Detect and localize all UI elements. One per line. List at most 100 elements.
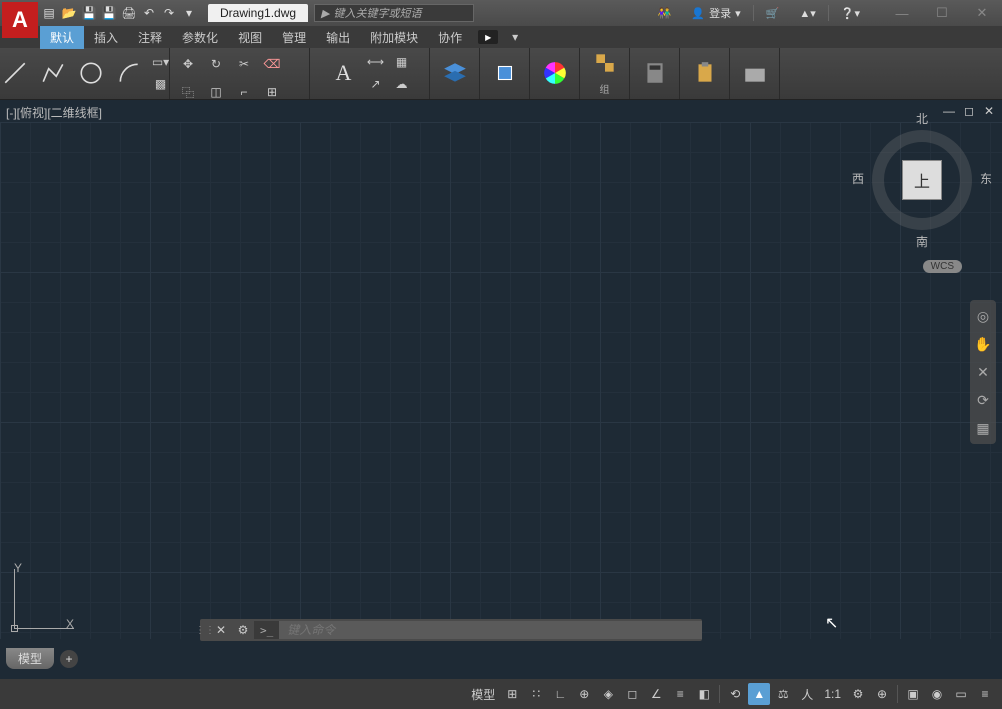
vp-maximize-icon[interactable]: ◻: [962, 104, 976, 118]
fillet-icon[interactable]: ⌐: [234, 82, 254, 102]
grid-canvas[interactable]: [0, 122, 1002, 639]
scale-button[interactable]: 1:1: [820, 683, 845, 705]
viewcube-north[interactable]: 北: [916, 110, 928, 127]
document-tab[interactable]: Drawing1.dwg: [208, 4, 308, 22]
text-button[interactable]: A: [328, 50, 360, 96]
customize-icon[interactable]: ≡: [974, 683, 996, 705]
infocenter-icon[interactable]: 👫: [650, 5, 680, 22]
rectangle-icon[interactable]: ▭▾: [151, 52, 171, 72]
viewcube[interactable]: 上 北 南 西 东: [872, 130, 972, 230]
signin-button[interactable]: 👤 登录 ▾: [683, 3, 748, 23]
viewcube-top-face[interactable]: 上: [902, 160, 942, 200]
zoom-extents-icon[interactable]: ✕: [973, 362, 993, 382]
cmd-drag-handle[interactable]: ⋮⋮: [200, 625, 210, 636]
copy-icon[interactable]: ⿻: [178, 82, 198, 102]
grid-toggle-icon[interactable]: ⊞: [501, 683, 523, 705]
utilities-button[interactable]: [639, 50, 671, 96]
circle-button[interactable]: [75, 50, 107, 96]
selection-cycling-icon[interactable]: ⟲: [724, 683, 746, 705]
command-input[interactable]: [279, 621, 702, 639]
line-button[interactable]: [0, 50, 31, 96]
model-tab[interactable]: 模型: [6, 648, 54, 669]
tab-parametric[interactable]: 参数化: [172, 26, 228, 49]
saveas-icon[interactable]: 💾: [100, 4, 118, 22]
maximize-button[interactable]: ☐: [922, 0, 962, 26]
search-input[interactable]: ▶ 键入关键字或短语: [314, 4, 474, 22]
ortho-toggle-icon[interactable]: ∟: [549, 683, 571, 705]
plot-icon[interactable]: 🖨: [120, 4, 138, 22]
snap-toggle-icon[interactable]: ∷: [525, 683, 547, 705]
erase-icon[interactable]: ⌫: [262, 54, 282, 74]
trim-icon[interactable]: ✂: [234, 54, 254, 74]
save-icon[interactable]: 💾: [80, 4, 98, 22]
cleanscreen-icon[interactable]: ▭: [950, 683, 972, 705]
block-button[interactable]: [489, 50, 521, 96]
redo-icon[interactable]: ↷: [160, 4, 178, 22]
open-icon[interactable]: 📂: [60, 4, 78, 22]
drawing-area[interactable]: [-][俯视][二维线框] — ◻ ✕ 上 北 南 西 东 WCS ◎ ✋ ✕ …: [0, 100, 1002, 679]
properties-button[interactable]: [539, 50, 571, 96]
dimension-icon[interactable]: ⟷: [366, 52, 386, 72]
undo-icon[interactable]: ↶: [140, 4, 158, 22]
mirror-icon[interactable]: ◫: [206, 82, 226, 102]
ribbon-toggle-icon[interactable]: ▾: [502, 27, 528, 47]
isodraft-icon[interactable]: ◈: [597, 683, 619, 705]
cmd-options-icon[interactable]: ⚙: [232, 620, 254, 640]
transparency-icon[interactable]: ◧: [693, 683, 715, 705]
featured-apps-icon[interactable]: ▶: [478, 30, 498, 44]
table-icon[interactable]: ▦: [392, 52, 412, 72]
isolate-icon[interactable]: ▣: [902, 683, 924, 705]
viewcube-south[interactable]: 南: [916, 233, 928, 250]
polyline-button[interactable]: [37, 50, 69, 96]
annotation-auto-icon[interactable]: ⚖: [772, 683, 794, 705]
hardware-accel-icon[interactable]: ◉: [926, 683, 948, 705]
array-icon[interactable]: ⊞: [262, 82, 282, 102]
annotation-scale-icon[interactable]: ▲: [748, 683, 770, 705]
annotation-visibility-icon[interactable]: 人: [796, 683, 818, 705]
modelspace-button[interactable]: 模型: [467, 683, 499, 705]
new-icon[interactable]: ▤: [40, 4, 58, 22]
paste-button[interactable]: [689, 50, 721, 96]
tab-default[interactable]: 默认: [40, 26, 84, 49]
lineweight-icon[interactable]: ≡: [669, 683, 691, 705]
close-button[interactable]: ✕: [962, 0, 1002, 26]
annotation-monitor-icon[interactable]: ⊕: [871, 683, 893, 705]
qat-more-icon[interactable]: ▾: [180, 4, 198, 22]
arc-button[interactable]: [113, 50, 145, 96]
vp-minimize-icon[interactable]: —: [942, 104, 956, 118]
minimize-button[interactable]: —: [882, 0, 922, 26]
app-store-icon[interactable]: ▲▾: [791, 5, 823, 22]
tab-insert[interactable]: 插入: [84, 26, 128, 49]
showmotion-icon[interactable]: ▦: [973, 418, 993, 438]
osnap-toggle-icon[interactable]: ◻: [621, 683, 643, 705]
tab-addins[interactable]: 附加模块: [360, 26, 428, 49]
viewcube-west[interactable]: 西: [852, 170, 864, 187]
tab-output[interactable]: 输出: [316, 26, 360, 49]
tab-view[interactable]: 视图: [228, 26, 272, 49]
cart-icon[interactable]: 🛒: [758, 5, 788, 22]
move-icon[interactable]: ✥: [178, 54, 198, 74]
pan-icon[interactable]: ✋: [973, 334, 993, 354]
help-icon[interactable]: ❔▾: [833, 5, 868, 22]
orbit-icon[interactable]: ⟳: [973, 390, 993, 410]
add-layout-button[interactable]: +: [60, 650, 78, 668]
tab-collaborate[interactable]: 协作: [428, 26, 472, 49]
base-button[interactable]: [739, 50, 771, 96]
workspace-icon[interactable]: ⚙: [847, 683, 869, 705]
tab-manage[interactable]: 管理: [272, 26, 316, 49]
cloud-icon[interactable]: ☁: [392, 74, 412, 94]
wcs-badge[interactable]: WCS: [923, 260, 962, 273]
otrack-toggle-icon[interactable]: ∠: [645, 683, 667, 705]
vp-close-icon[interactable]: ✕: [982, 104, 996, 118]
viewcube-east[interactable]: 东: [980, 170, 992, 187]
layer-button[interactable]: [439, 50, 471, 96]
cmd-close-icon[interactable]: ✕: [210, 620, 232, 640]
polar-toggle-icon[interactable]: ⊕: [573, 683, 595, 705]
app-icon[interactable]: A: [2, 2, 38, 38]
viewport-label[interactable]: [-][俯视][二维线框]: [6, 104, 102, 121]
hatch-icon[interactable]: ▩: [151, 74, 171, 94]
steering-wheel-icon[interactable]: ◎: [973, 306, 993, 326]
leader-icon[interactable]: ↗: [366, 74, 386, 94]
group-button[interactable]: 组: [589, 50, 621, 96]
tab-annotate[interactable]: 注释: [128, 26, 172, 49]
